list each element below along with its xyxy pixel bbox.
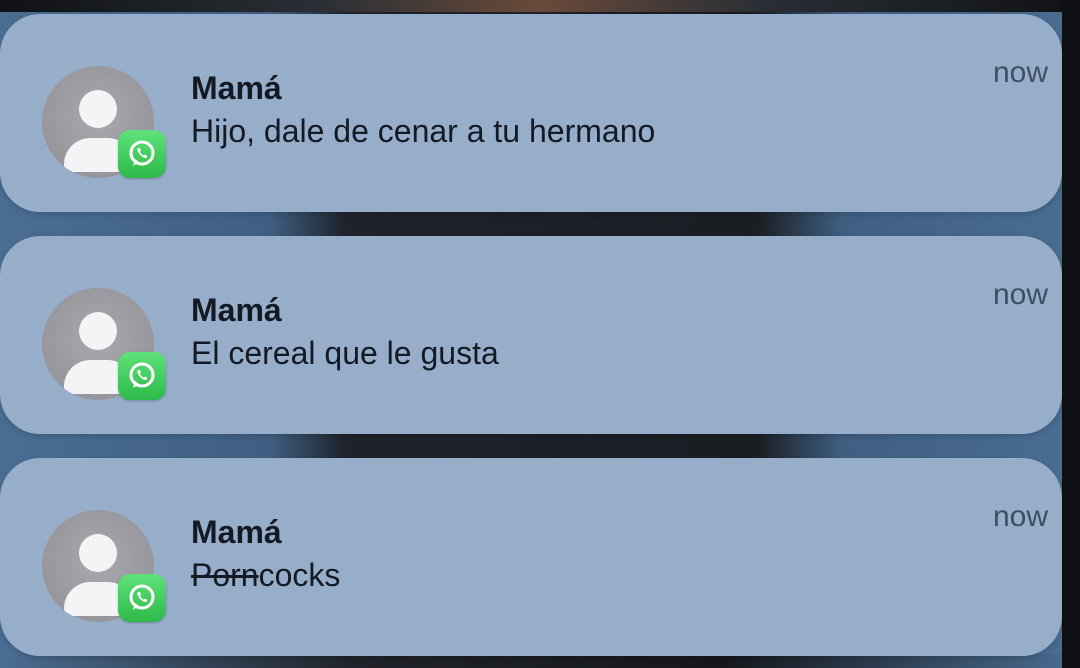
notification-message: El cereal que le gusta [191, 335, 499, 371]
notification-card[interactable]: Mamá Hijo, dale de cenar a tu hermano no… [0, 14, 1062, 212]
notification-time: now [992, 56, 1048, 89]
notification-time: now [992, 278, 1048, 311]
notification-time: now [992, 500, 1048, 533]
whatsapp-icon [118, 130, 166, 178]
message-text: cocks [258, 557, 341, 593]
struck-text: Porn [191, 557, 259, 593]
avatar-head [79, 312, 117, 350]
notification-sender: Mamá [191, 514, 282, 550]
notification-message: Hijo, dale de cenar a tu hermano [191, 113, 656, 149]
notification-card[interactable]: Mamá Porncocks now [0, 458, 1062, 656]
notification-sender: Mamá [191, 70, 282, 106]
background-top-strip [0, 0, 1080, 12]
notification-message: Porncocks [191, 557, 340, 594]
avatar-head [79, 534, 117, 572]
whatsapp-icon [118, 574, 166, 622]
background-bottom-strip [0, 654, 1080, 668]
notification-card[interactable]: Mamá El cereal que le gusta now [0, 236, 1062, 434]
screen-edge [1062, 0, 1080, 668]
avatar-head [79, 90, 117, 128]
whatsapp-icon [118, 352, 166, 400]
notification-sender: Mamá [191, 292, 282, 328]
